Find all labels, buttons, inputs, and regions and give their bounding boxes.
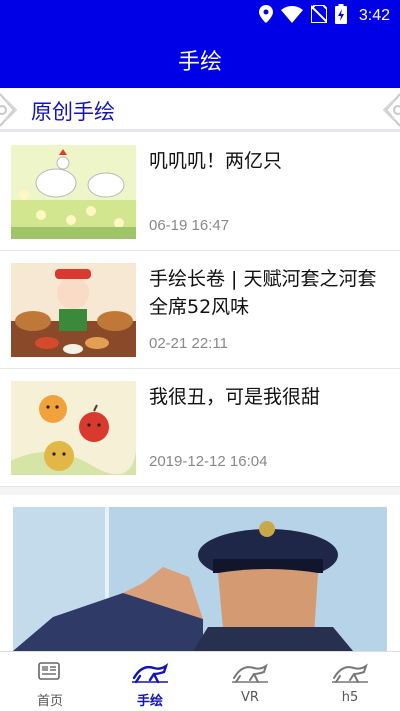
wifi-icon <box>280 5 303 27</box>
nav-item-handpainted[interactable]: 手绘 <box>100 652 200 711</box>
nav-label: 手绘 <box>136 694 163 709</box>
app-bar: 手绘 <box>0 32 400 88</box>
banner-image[interactable] <box>13 507 387 651</box>
newspaper-icon <box>30 660 70 684</box>
article-thumbnail <box>11 145 136 239</box>
status-icons: 3:42 <box>258 4 390 28</box>
divider <box>0 487 400 495</box>
list-item[interactable]: 手绘长卷 | 天赋河套之河套全席52风味 02-21 22:11 <box>0 251 400 369</box>
bottom-nav: 首页 手绘 VR h5 <box>0 651 400 711</box>
nav-item-vr[interactable]: VR <box>200 652 300 711</box>
list-item[interactable]: 叽叽叽！两亿只 06-19 16:47 <box>0 133 400 251</box>
nav-label: h5 <box>341 690 359 705</box>
ornament-right-icon <box>378 88 400 136</box>
horse-icon <box>130 660 170 684</box>
list-item[interactable]: 我很丑，可是我很甜 2019-12-12 16:04 <box>0 369 400 487</box>
article-date: 06-19 16:47 <box>149 217 230 234</box>
status-time: 3:42 <box>358 7 390 24</box>
status-bar: 3:42 <box>0 0 400 32</box>
battery-charging-icon <box>334 4 347 28</box>
nav-label: 首页 <box>36 694 63 709</box>
page-title: 手绘 <box>177 50 222 75</box>
nav-label: VR <box>241 690 259 705</box>
nav-item-h5[interactable]: h5 <box>300 652 400 711</box>
article-date: 2019-12-12 16:04 <box>149 453 268 470</box>
article-title: 我很丑，可是我很甜 <box>149 386 321 408</box>
section-header: 原创手绘 <box>0 88 400 132</box>
article-thumbnail <box>11 263 136 357</box>
article-title: 手绘长卷 | 天赋河套之河套全席52风味 <box>149 268 377 318</box>
location-icon <box>258 5 273 27</box>
section-title: 原创手绘 <box>31 100 115 124</box>
article-date: 02-21 22:11 <box>149 335 228 352</box>
no-sim-icon <box>309 4 328 27</box>
ornament-left-icon <box>0 88 22 136</box>
nav-item-home[interactable]: 首页 <box>0 652 100 711</box>
horse-icon <box>230 660 270 684</box>
horse-icon <box>330 660 370 684</box>
article-title: 叽叽叽！两亿只 <box>149 150 283 172</box>
article-thumbnail <box>11 381 136 475</box>
